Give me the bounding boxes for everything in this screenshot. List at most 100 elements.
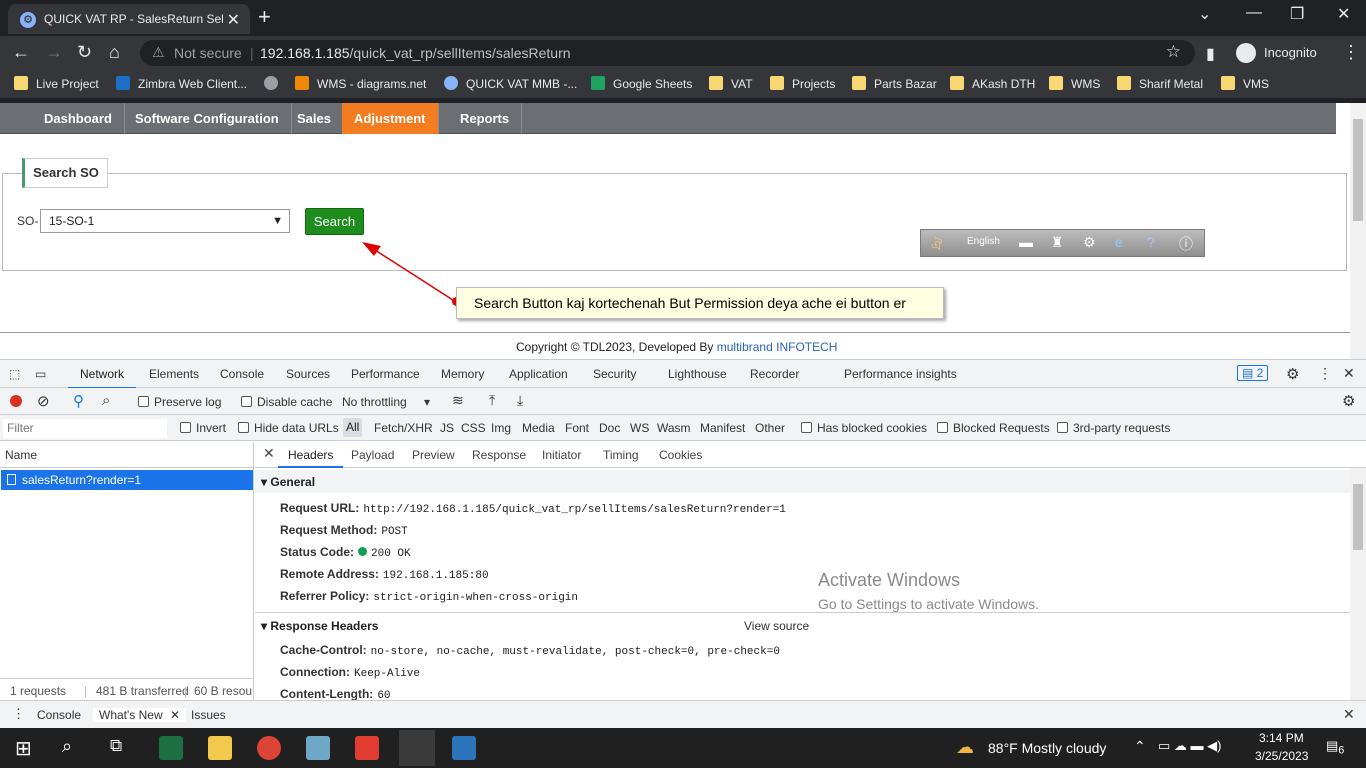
filter-manifest[interactable]: Manifest — [700, 421, 745, 435]
file-explorer-icon[interactable] — [208, 736, 232, 760]
kebab-menu-icon[interactable]: ⋮ — [1342, 42, 1360, 63]
tab-lighthouse[interactable]: Lighthouse — [668, 367, 727, 381]
tab-timing[interactable]: Timing — [603, 448, 639, 462]
more-options-icon[interactable]: ⋮ — [1318, 365, 1332, 382]
filter-other[interactable]: Other — [755, 421, 785, 435]
tab-recorder[interactable]: Recorder — [750, 367, 799, 381]
app-s-icon[interactable] — [452, 736, 476, 760]
filter-css[interactable]: CSS — [461, 421, 486, 435]
chevron-up-icon[interactable]: ⌃ — [1134, 738, 1146, 755]
export-har-icon[interactable]: ⤓ — [517, 392, 523, 409]
tab-memory[interactable]: Memory — [441, 367, 484, 381]
notification-icon[interactable]: ▤6 — [1326, 738, 1344, 757]
drawer-tab-console[interactable]: Console — [37, 708, 81, 722]
general-section-header[interactable]: ▾ General — [255, 470, 1350, 493]
weather-icon[interactable]: ☁ — [956, 737, 974, 758]
tab-security[interactable]: Security — [593, 367, 636, 381]
task-view-icon[interactable]: ⧉ — [110, 736, 122, 756]
invert-checkbox[interactable]: Invert — [180, 421, 226, 435]
details-scrollbar[interactable] — [1350, 468, 1366, 700]
preserve-log-checkbox[interactable]: Preserve log — [138, 395, 221, 409]
tab-initiator[interactable]: Initiator — [542, 448, 581, 462]
inspect-icon[interactable]: ⬚ — [9, 367, 20, 381]
bookmark-wms[interactable]: WMS — [1049, 76, 1100, 91]
blocked-requests-checkbox[interactable]: Blocked Requests — [937, 421, 1050, 435]
bookmark-star-icon[interactable]: ☆ — [1166, 42, 1181, 62]
drawer-tab-issues[interactable]: Issues — [191, 708, 226, 722]
clock-date[interactable]: 3/25/2023 — [1255, 749, 1308, 763]
view-source-link[interactable]: View source — [744, 619, 809, 633]
network-conditions-icon[interactable]: ≋ — [452, 392, 464, 409]
drawer-tab-whats-new[interactable]: What's New ✕ — [93, 708, 187, 722]
close-devtools-icon[interactable]: ✕ — [1343, 365, 1355, 382]
clock-time[interactable]: 3:14 PM — [1259, 731, 1304, 745]
tab-console[interactable]: Console — [220, 367, 264, 381]
device-toolbar-icon[interactable]: ▭ — [35, 367, 46, 381]
filter-input[interactable]: Filter — [3, 419, 167, 438]
reload-icon[interactable]: ↻ — [77, 42, 92, 63]
filter-wasm[interactable]: Wasm — [657, 421, 691, 435]
drawer-menu-icon[interactable]: ⋮ — [12, 706, 25, 722]
tray-icons[interactable]: ▭ ☁ ▬ ◀) — [1158, 738, 1221, 754]
address-bar[interactable]: ⚠ Not secure | 192.168.1.185/quick_vat_r… — [140, 40, 1195, 66]
incognito-indicator[interactable]: Incognito — [1234, 40, 1326, 66]
bookmark-akash-dth[interactable]: AKash DTH — [950, 76, 1035, 91]
tab-application[interactable]: Application — [509, 367, 568, 381]
windows-start-icon[interactable]: ⊞ — [15, 736, 32, 761]
tab-performance-insights[interactable]: Performance insights — [844, 367, 957, 381]
new-tab-button[interactable]: + — [258, 4, 271, 30]
name-column-header[interactable]: Name — [0, 442, 254, 468]
search-icon[interactable]: ⌕ — [62, 736, 72, 757]
blocked-cookies-checkbox[interactable]: Has blocked cookies — [801, 421, 927, 435]
tab-cookies[interactable]: Cookies — [659, 448, 702, 462]
filter-icon[interactable]: ⚲ — [73, 392, 84, 410]
bookmark-zimbra[interactable]: Zimbra Web Client... — [116, 76, 247, 91]
chrome-active-icon[interactable] — [399, 730, 435, 766]
hide-data-urls-checkbox[interactable]: Hide data URLs — [238, 421, 339, 435]
filter-media[interactable]: Media — [522, 421, 555, 435]
bookmark-google-sheets[interactable]: Google Sheets — [591, 76, 692, 91]
request-row[interactable]: salesReturn?render=1 — [1, 470, 253, 490]
bookmark-quick-vat-mmb[interactable]: QUICK VAT MMB -... — [444, 76, 577, 91]
developer-link[interactable]: multibrand INFOTECH — [717, 340, 838, 354]
tab-preview[interactable]: Preview — [412, 448, 455, 462]
search-icon[interactable]: ⌕ — [102, 392, 110, 409]
excel-icon[interactable] — [159, 736, 183, 760]
third-party-checkbox[interactable]: 3rd-party requests — [1057, 421, 1170, 435]
bookmark-live-project[interactable]: Live Project — [14, 76, 99, 91]
filter-fetch-xhr[interactable]: Fetch/XHR — [374, 421, 433, 435]
filter-ws[interactable]: WS — [630, 421, 649, 435]
bookmark-sharif-metal[interactable]: Sharif Metal — [1117, 76, 1203, 91]
close-details-icon[interactable]: ✕ — [263, 445, 275, 462]
tab-headers[interactable]: Headers — [277, 448, 344, 468]
throttling-select[interactable]: No throttling ▾ — [342, 395, 430, 409]
tab-network[interactable]: Network — [67, 367, 137, 389]
filter-font[interactable]: Font — [565, 421, 589, 435]
back-arrow-icon[interactable]: ← — [12, 42, 30, 63]
close-drawer-icon[interactable]: ✕ — [1343, 706, 1355, 723]
anydesk-icon[interactable] — [355, 736, 379, 760]
tab-close-icon[interactable]: ✕ — [227, 10, 240, 30]
tab-payload[interactable]: Payload — [351, 448, 394, 462]
page-scrollbar[interactable] — [1350, 103, 1366, 359]
chevron-down-icon[interactable]: ⌄ — [1198, 4, 1211, 24]
record-icon[interactable] — [10, 395, 22, 407]
network-settings-icon[interactable]: ⚙ — [1342, 392, 1355, 410]
bookmark-vms[interactable]: VMS — [1221, 76, 1269, 91]
restore-button[interactable]: ❐ — [1290, 4, 1304, 24]
browser-tab[interactable]: ⚙ QUICK VAT RP - SalesReturn SellI ✕ — [8, 4, 250, 34]
minimize-button[interactable]: — — [1246, 4, 1262, 22]
settings-gear-icon[interactable]: ⚙ — [1286, 365, 1299, 383]
filter-doc[interactable]: Doc — [599, 421, 620, 435]
weather-text[interactable]: 88°F Mostly cloudy — [988, 740, 1106, 756]
response-headers-section-header[interactable]: ▾ Response Headers View source — [255, 612, 1350, 636]
import-har-icon[interactable]: ⤒ — [489, 392, 495, 409]
notepad-icon[interactable] — [306, 736, 330, 760]
tab-sources[interactable]: Sources — [286, 367, 330, 381]
bookmark-vat[interactable]: VAT — [709, 76, 753, 91]
bookmark-projects[interactable]: Projects — [770, 76, 835, 91]
chrome-icon[interactable] — [257, 736, 281, 760]
tab-elements[interactable]: Elements — [149, 367, 199, 381]
filter-js[interactable]: JS — [440, 421, 454, 435]
issues-badge[interactable]: ▤ 2 — [1237, 365, 1269, 381]
